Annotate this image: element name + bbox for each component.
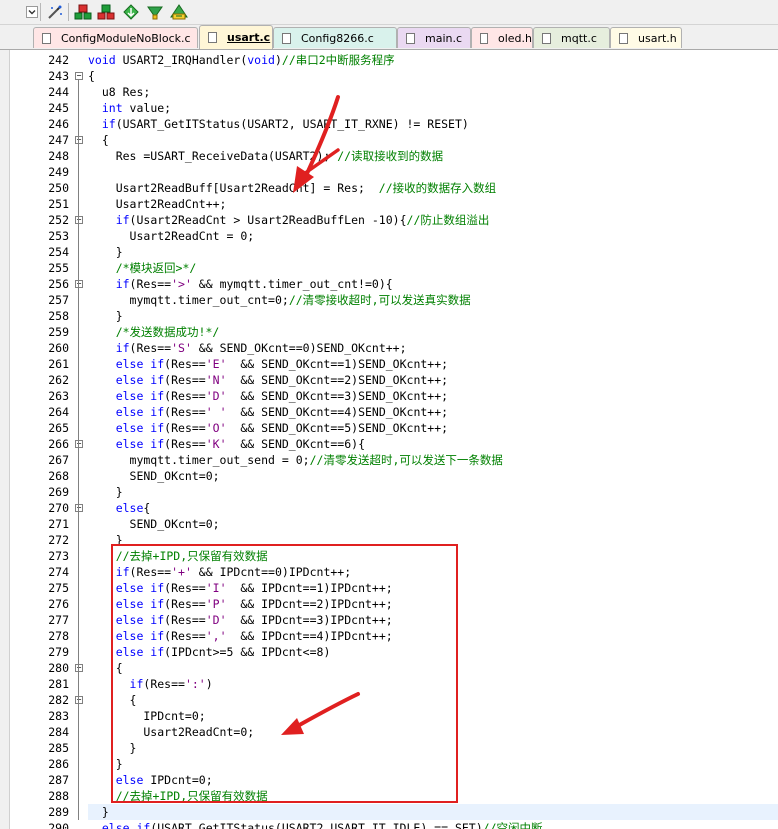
tab-label: usart.c <box>227 31 271 44</box>
file-icon <box>208 32 217 43</box>
tab-label: Config8266.c <box>301 31 374 45</box>
tab-usart-h[interactable]: usart.h <box>610 27 682 48</box>
tab-oled-h[interactable]: oled.h <box>471 27 533 48</box>
chevron-down-icon[interactable] <box>22 2 42 21</box>
annotation-arrows <box>281 95 360 735</box>
magic-wand-icon[interactable] <box>45 2 65 21</box>
code-editor[interactable]: 242243−244245246247−248249250251252−2532… <box>0 50 778 829</box>
file-tab-bar: ConfigModuleNoBlock.c usart.c Config8266.c… <box>0 25 778 50</box>
toolbar-separator <box>40 3 41 21</box>
tab-main-c[interactable]: main.c <box>397 27 471 48</box>
options-icon[interactable] <box>169 2 189 21</box>
tab-label: ConfigModuleNoBlock.c <box>61 31 191 45</box>
tab-label: usart.h <box>638 31 677 45</box>
tab-config8266-c[interactable]: Config8266.c <box>273 27 397 48</box>
build-icon[interactable] <box>73 2 93 21</box>
rebuild-icon[interactable] <box>96 2 116 21</box>
toolbar <box>0 0 778 25</box>
debug-icon[interactable] <box>145 2 165 21</box>
red-arrow-annotation <box>293 95 340 193</box>
tab-label: mqtt.c <box>561 31 597 45</box>
tab-label: oled.h <box>497 31 532 45</box>
file-icon <box>406 32 415 44</box>
file-icon <box>282 32 291 44</box>
tab-configmodulenoblock-c[interactable]: ConfigModuleNoBlock.c <box>33 27 198 48</box>
toolbar-separator <box>68 3 69 21</box>
tab-label: main.c <box>425 31 463 45</box>
file-icon <box>619 32 628 44</box>
tab-usart-c[interactable]: usart.c <box>199 25 273 49</box>
file-icon <box>480 32 488 44</box>
download-icon[interactable] <box>121 2 141 21</box>
file-icon <box>42 32 51 44</box>
red-arrow-annotation <box>281 692 360 735</box>
file-icon <box>542 32 551 44</box>
tab-mqtt-c[interactable]: mqtt.c <box>533 27 610 48</box>
